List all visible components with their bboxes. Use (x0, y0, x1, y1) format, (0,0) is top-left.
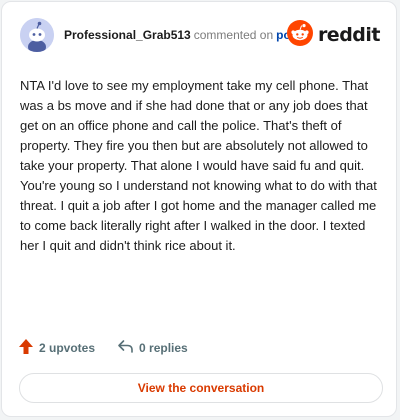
action-text: commented on (193, 28, 274, 42)
comment-embed-card: Professional_Grab513commented onpost red… (1, 1, 397, 417)
reply-count: 0 replies (139, 341, 188, 355)
view-conversation-button[interactable]: View the conversation (19, 373, 383, 403)
reply-arrow-icon (117, 339, 134, 357)
upvote-button[interactable]: 2 upvotes (18, 338, 95, 358)
comment-header: Professional_Grab513commented onpost red… (20, 18, 381, 52)
upvote-count: 2 upvotes (39, 341, 96, 355)
comment-actions: 2 upvotes 0 replies (18, 338, 188, 358)
reddit-logo[interactable]: reddit (286, 19, 381, 51)
reddit-wordmark: reddit (317, 24, 381, 46)
byline: Professional_Grab513commented onpost (64, 27, 301, 43)
comment-body: NTA I'd love to see my employment take m… (20, 78, 377, 253)
upvote-arrow-icon (18, 338, 34, 358)
reddit-snoo-icon (286, 19, 313, 51)
snoo-avatar-icon[interactable] (20, 18, 54, 52)
reply-button[interactable]: 0 replies (117, 339, 188, 357)
username-link[interactable]: Professional_Grab513 (64, 28, 191, 42)
